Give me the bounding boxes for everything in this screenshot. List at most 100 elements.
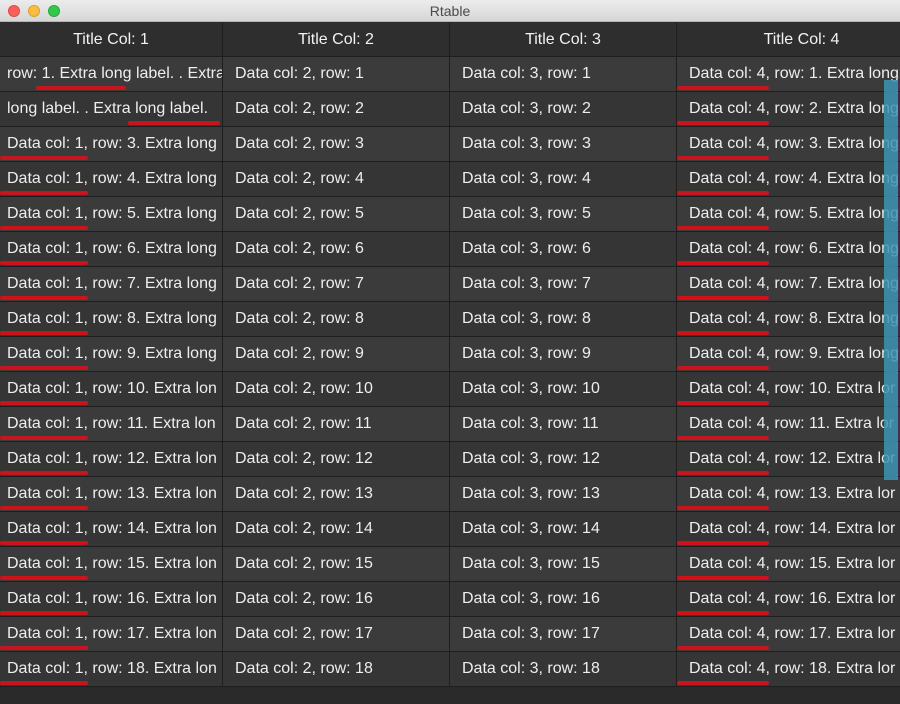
- table-cell[interactable]: Data col: 2, row: 15: [223, 547, 450, 582]
- table-cell[interactable]: Data col: 4, row: 3. Extra long: [677, 127, 900, 162]
- red-underline-marker: [0, 226, 88, 230]
- cell-text: Data col: 2, row: 16: [235, 590, 373, 607]
- table-cell[interactable]: Data col: 4, row: 4. Extra long: [677, 162, 900, 197]
- table-cell[interactable]: Data col: 3, row: 18: [450, 652, 677, 687]
- cell-text: Data col: 2, row: 7: [235, 275, 364, 292]
- table-cell[interactable]: Data col: 3, row: 7: [450, 267, 677, 302]
- table-cell[interactable]: Data col: 3, row: 12: [450, 442, 677, 477]
- cell-text: Data col: 3, row: 13: [462, 485, 600, 502]
- table-cell[interactable]: Data col: 1, row: 8. Extra long: [0, 302, 223, 337]
- red-underline-marker: [677, 681, 769, 685]
- table-cell[interactable]: Data col: 3, row: 4: [450, 162, 677, 197]
- table-cell[interactable]: Data col: 2, row: 10: [223, 372, 450, 407]
- red-underline-marker: [677, 471, 769, 475]
- table-cell[interactable]: Data col: 2, row: 8: [223, 302, 450, 337]
- cell-text: Data col: 3, row: 11: [462, 415, 599, 432]
- table-cell[interactable]: Data col: 4, row: 15. Extra lor: [677, 547, 900, 582]
- cell-text: Data col: 3, row: 14: [462, 520, 600, 537]
- table-cell[interactable]: Data col: 4, row: 8. Extra long: [677, 302, 900, 337]
- table-cell[interactable]: Data col: 1, row: 5. Extra long: [0, 197, 223, 232]
- table-cell[interactable]: Data col: 3, row: 10: [450, 372, 677, 407]
- table-cell[interactable]: Data col: 1, row: 10. Extra lon: [0, 372, 223, 407]
- table-cell[interactable]: Data col: 2, row: 5: [223, 197, 450, 232]
- red-underline-marker: [677, 226, 769, 230]
- red-underline-marker: [677, 541, 769, 545]
- table-cell[interactable]: row: 1. Extra long label. . Extra: [0, 57, 223, 92]
- table-cell[interactable]: Data col: 4, row: 2. Extra long: [677, 92, 900, 127]
- table-cell[interactable]: Data col: 1, row: 17. Extra lon: [0, 617, 223, 652]
- table-cell[interactable]: Data col: 1, row: 6. Extra long: [0, 232, 223, 267]
- red-underline-marker: [128, 121, 220, 125]
- red-underline-marker: [0, 681, 88, 685]
- cell-text: Data col: 2, row: 15: [235, 555, 373, 572]
- table-cell[interactable]: Data col: 3, row: 9: [450, 337, 677, 372]
- table-cell[interactable]: Data col: 1, row: 13. Extra lon: [0, 477, 223, 512]
- column-header-1[interactable]: Title Col: 1: [0, 22, 223, 57]
- table-cell[interactable]: Data col: 4, row: 18. Extra lor: [677, 652, 900, 687]
- table-cell[interactable]: Data col: 2, row: 1: [223, 57, 450, 92]
- table-cell[interactable]: Data col: 1, row: 16. Extra lon: [0, 582, 223, 617]
- table-cell[interactable]: Data col: 3, row: 11: [450, 407, 677, 442]
- cell-text: Data col: 2, row: 11: [235, 415, 372, 432]
- table-cell[interactable]: Data col: 3, row: 6: [450, 232, 677, 267]
- table-cell[interactable]: Data col: 1, row: 14. Extra lon: [0, 512, 223, 547]
- table-cell[interactable]: Data col: 4, row: 9. Extra long: [677, 337, 900, 372]
- table-cell[interactable]: long label. . Extra long label.: [0, 92, 223, 127]
- column-header-4[interactable]: Title Col: 4: [677, 22, 900, 57]
- table-cell[interactable]: Data col: 4, row: 16. Extra lor: [677, 582, 900, 617]
- table-cell[interactable]: Data col: 4, row: 17. Extra lor: [677, 617, 900, 652]
- table-cell[interactable]: Data col: 1, row: 3. Extra long: [0, 127, 223, 162]
- cell-text: Data col: 2, row: 8: [235, 310, 364, 327]
- table-cell[interactable]: Data col: 3, row: 16: [450, 582, 677, 617]
- table-cell[interactable]: Data col: 4, row: 13. Extra lor: [677, 477, 900, 512]
- table-cell[interactable]: Data col: 3, row: 17: [450, 617, 677, 652]
- table-cell[interactable]: Data col: 3, row: 8: [450, 302, 677, 337]
- column-header-2[interactable]: Title Col: 2: [223, 22, 450, 57]
- table-cell[interactable]: Data col: 4, row: 11. Extra lor: [677, 407, 900, 442]
- table-cell[interactable]: Data col: 2, row: 17: [223, 617, 450, 652]
- red-underline-marker: [0, 401, 88, 405]
- column-header-3[interactable]: Title Col: 3: [450, 22, 677, 57]
- table-cell[interactable]: Data col: 1, row: 11. Extra lon: [0, 407, 223, 442]
- cell-text: Data col: 2, row: 2: [235, 100, 364, 117]
- table-cell[interactable]: Data col: 1, row: 7. Extra long: [0, 267, 223, 302]
- cell-text: Data col: 2, row: 18: [235, 660, 373, 677]
- table-cell[interactable]: Data col: 3, row: 3: [450, 127, 677, 162]
- cell-text: Data col: 3, row: 18: [462, 660, 600, 677]
- red-underline-marker: [677, 646, 769, 650]
- table-cell[interactable]: Data col: 1, row: 4. Extra long: [0, 162, 223, 197]
- table-cell[interactable]: Data col: 1, row: 18. Extra lon: [0, 652, 223, 687]
- table-cell[interactable]: Data col: 4, row: 7. Extra long: [677, 267, 900, 302]
- table-cell[interactable]: Data col: 4, row: 14. Extra lor: [677, 512, 900, 547]
- table-cell[interactable]: Data col: 4, row: 5. Extra long: [677, 197, 900, 232]
- table-cell[interactable]: Data col: 2, row: 7: [223, 267, 450, 302]
- red-underline-marker: [0, 366, 88, 370]
- table-cell[interactable]: Data col: 2, row: 4: [223, 162, 450, 197]
- table-cell[interactable]: Data col: 3, row: 5: [450, 197, 677, 232]
- vertical-scrollbar-thumb[interactable]: [884, 80, 898, 480]
- table-cell[interactable]: Data col: 3, row: 13: [450, 477, 677, 512]
- table-cell[interactable]: Data col: 2, row: 11: [223, 407, 450, 442]
- table-cell[interactable]: Data col: 3, row: 15: [450, 547, 677, 582]
- table-cell[interactable]: Data col: 1, row: 9. Extra long: [0, 337, 223, 372]
- table-cell[interactable]: Data col: 1, row: 12. Extra lon: [0, 442, 223, 477]
- table-cell[interactable]: Data col: 2, row: 14: [223, 512, 450, 547]
- cell-text: Data col: 2, row: 9: [235, 345, 364, 362]
- table-cell[interactable]: Data col: 3, row: 14: [450, 512, 677, 547]
- table-cell[interactable]: Data col: 3, row: 2: [450, 92, 677, 127]
- window-titlebar: Rtable: [0, 0, 900, 22]
- table-cell[interactable]: Data col: 2, row: 6: [223, 232, 450, 267]
- table-cell[interactable]: Data col: 2, row: 12: [223, 442, 450, 477]
- table-cell[interactable]: Data col: 2, row: 13: [223, 477, 450, 512]
- table-cell[interactable]: Data col: 3, row: 1: [450, 57, 677, 92]
- table-cell[interactable]: Data col: 2, row: 16: [223, 582, 450, 617]
- table-cell[interactable]: Data col: 2, row: 18: [223, 652, 450, 687]
- table-cell[interactable]: Data col: 2, row: 9: [223, 337, 450, 372]
- table-cell[interactable]: Data col: 2, row: 3: [223, 127, 450, 162]
- table-cell[interactable]: Data col: 2, row: 2: [223, 92, 450, 127]
- table-cell[interactable]: Data col: 4, row: 6. Extra long: [677, 232, 900, 267]
- table-cell[interactable]: Data col: 1, row: 15. Extra lon: [0, 547, 223, 582]
- table-cell[interactable]: Data col: 4, row: 10. Extra lor: [677, 372, 900, 407]
- table-cell[interactable]: Data col: 4, row: 12. Extra lor: [677, 442, 900, 477]
- table-cell[interactable]: Data col: 4, row: 1. Extra long: [677, 57, 900, 92]
